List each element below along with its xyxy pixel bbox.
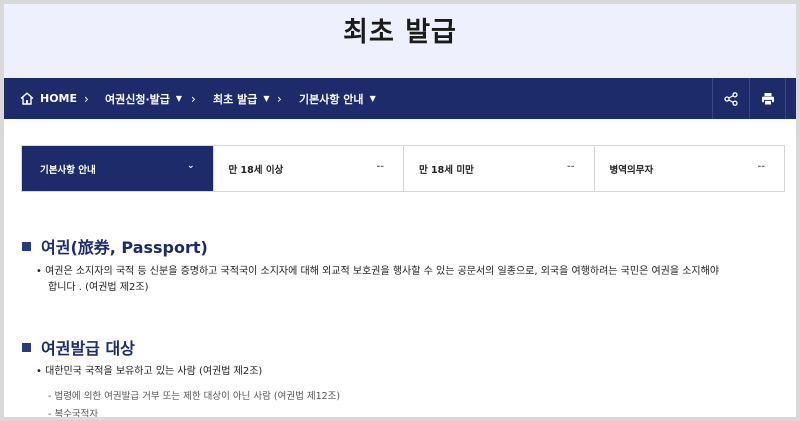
breadcrumb-item-label: 기본사항 안내 bbox=[299, 92, 364, 106]
breadcrumb-item-application[interactable]: 여권신청·발급 ▼ bbox=[105, 78, 182, 119]
tab-military-service[interactable]: 병역의무자 -- bbox=[593, 146, 785, 191]
section-text: 합니다 . (여권법 제2조) bbox=[48, 282, 149, 293]
tab-marker: -- bbox=[376, 162, 384, 172]
print-button[interactable] bbox=[749, 78, 786, 119]
square-bullet-icon bbox=[22, 241, 31, 251]
tab-age-18-over[interactable]: 만 18세 이상 -- bbox=[212, 146, 404, 191]
tab-age-18-under[interactable]: 만 18세 미만 -- bbox=[403, 146, 594, 191]
page-frame: 최초 발급 HOME › 여권신청·발급 ▼ › 최초 발급 ▼ › 기본사항 … bbox=[0, 0, 800, 421]
section-heading-passport: 여권(旅券, Passport) bbox=[22, 234, 208, 258]
chevron-down-icon: ▼ bbox=[175, 94, 183, 103]
section-heading-eligibility: 여권발급 대상 bbox=[22, 335, 135, 359]
breadcrumb-navbar: HOME › 여권신청·발급 ▼ › 최초 발급 ▼ › 기본사항 안내 ▼ bbox=[4, 78, 796, 119]
home-icon bbox=[20, 92, 34, 105]
home-label: HOME bbox=[40, 92, 78, 105]
breadcrumb-home[interactable]: HOME bbox=[20, 78, 77, 119]
sub-item-text: - 복수국적자 bbox=[48, 409, 99, 420]
page-header: 최초 발급 bbox=[4, 4, 796, 78]
tab-basic-info[interactable]: 기본사항 안내 ⌄ bbox=[22, 146, 213, 191]
tab-label: 만 18세 미만 bbox=[419, 164, 474, 176]
breadcrumb-separator: › bbox=[191, 91, 196, 106]
sub-item-text: - 법령에 의한 여권발급 거부 또는 제한 대상이 아닌 사람 (여권법 제1… bbox=[48, 391, 341, 402]
breadcrumb-separator: › bbox=[277, 91, 282, 106]
tab-marker: -- bbox=[567, 162, 575, 172]
tab-marker: -- bbox=[757, 162, 765, 172]
share-icon bbox=[724, 91, 738, 106]
chevron-down-icon: ▼ bbox=[369, 94, 376, 103]
page-title: 최초 발급 bbox=[343, 17, 457, 48]
tab-label: 병역의무자 bbox=[609, 164, 654, 176]
tab-label: 기본사항 안내 bbox=[40, 164, 96, 176]
content-tabs: 기본사항 안내 ⌄ 만 18세 이상 -- 만 18세 미만 -- 병역의무자 … bbox=[21, 145, 785, 192]
breadcrumb-item-label: 여권신청·발급 bbox=[105, 92, 170, 106]
breadcrumb-item-label: 최초 발급 bbox=[213, 92, 258, 106]
breadcrumb-item-first-issue[interactable]: 최초 발급 ▼ bbox=[213, 78, 269, 119]
section-title: 여권발급 대상 bbox=[41, 339, 135, 358]
chevron-down-icon: ⌄ bbox=[186, 161, 195, 171]
breadcrumb-separator: › bbox=[84, 91, 89, 106]
tab-label: 만 18세 이상 bbox=[228, 164, 284, 176]
print-icon bbox=[761, 92, 774, 105]
section-text: • 대한민국 국적을 보유하고 있는 사람 (여권법 제2조) bbox=[36, 366, 263, 377]
breadcrumb-item-basic-info[interactable]: 기본사항 안내 ▼ bbox=[299, 78, 376, 119]
share-button[interactable] bbox=[712, 78, 749, 119]
section-title: 여권(旅券, Passport) bbox=[41, 238, 208, 257]
square-bullet-icon bbox=[22, 342, 31, 352]
chevron-down-icon: ▼ bbox=[263, 94, 270, 103]
